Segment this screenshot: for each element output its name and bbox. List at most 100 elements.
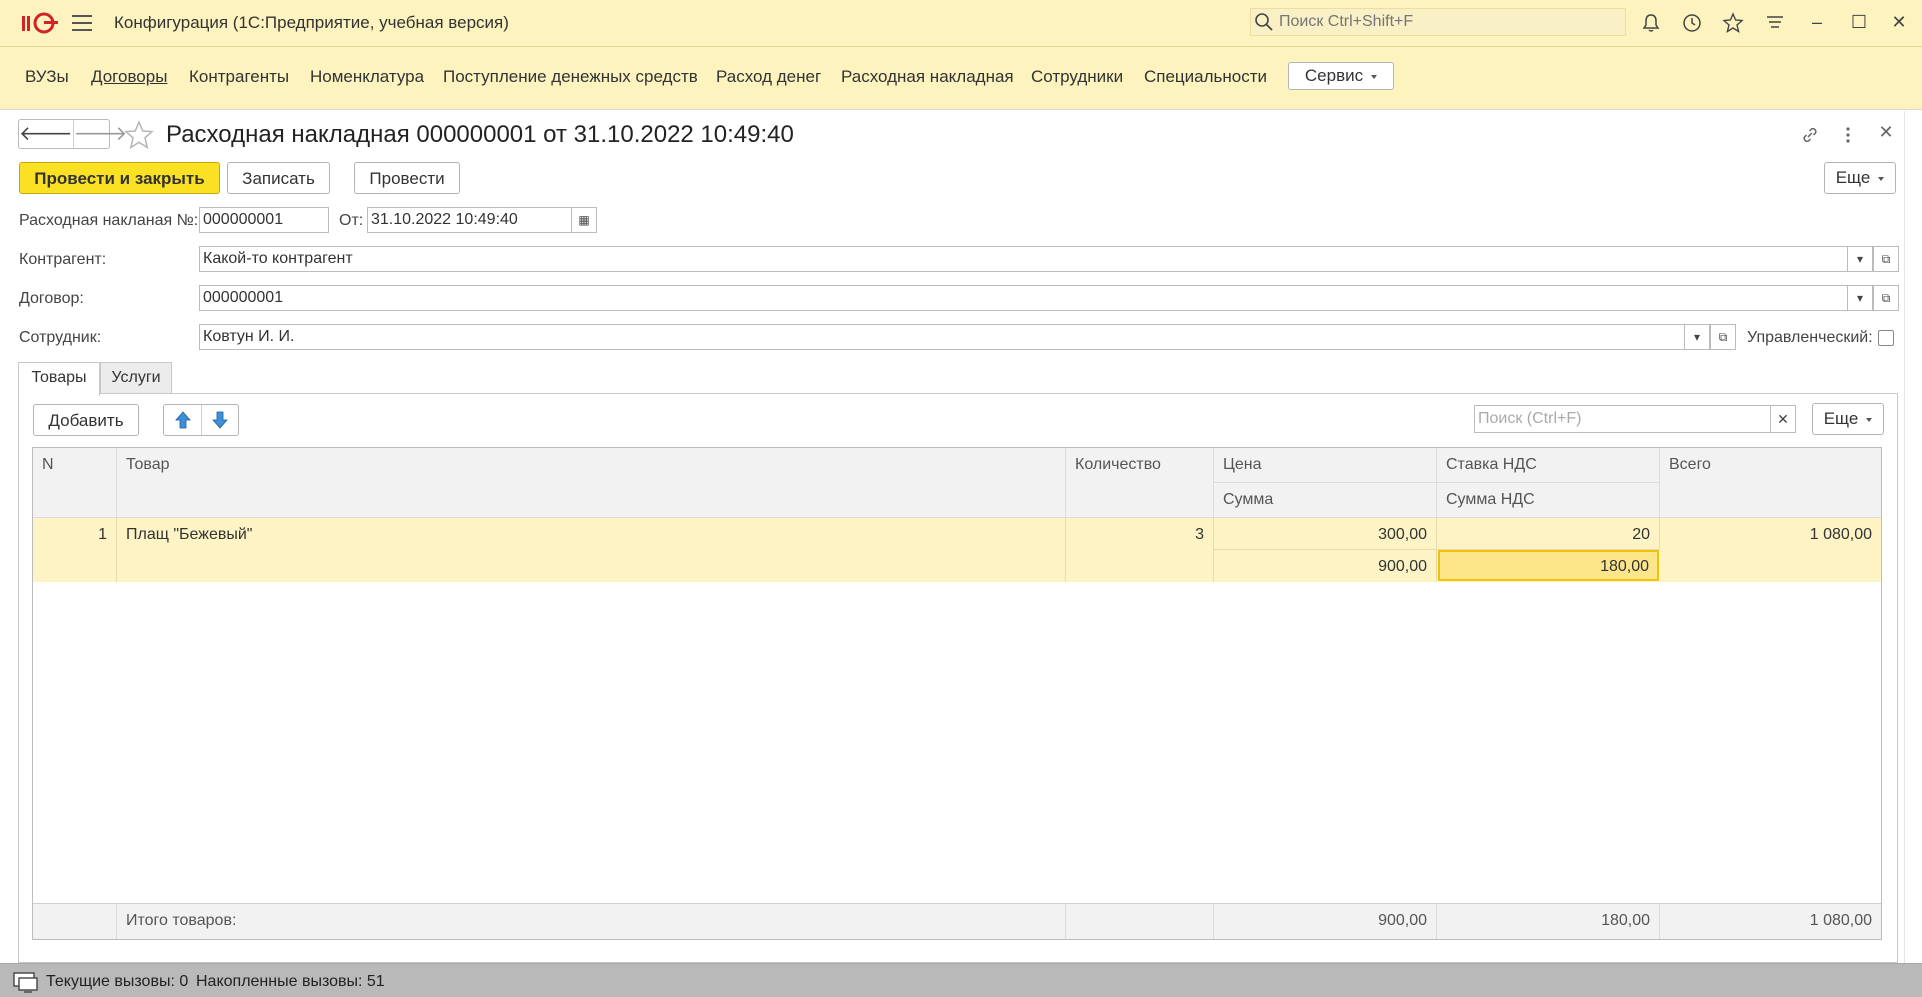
employee-open-icon[interactable]: ⧉ — [1710, 324, 1736, 350]
save-button[interactable]: Записать — [227, 162, 330, 194]
tab-services[interactable]: Услуги — [100, 362, 172, 394]
nav-item-invoice[interactable]: Расходная накладная — [841, 67, 1014, 87]
footer-qty — [1066, 904, 1214, 939]
employee-dropdown-icon[interactable]: ▾ — [1684, 324, 1710, 350]
nav-item-contracts[interactable]: Договоры — [91, 67, 167, 87]
nav-item-counterparties[interactable]: Контрагенты — [189, 67, 289, 87]
service-label: Сервис — [1304, 66, 1364, 85]
performance-monitor-icon[interactable] — [12, 970, 40, 994]
date-label: От: — [339, 212, 364, 229]
global-search[interactable] — [1250, 8, 1626, 36]
nav-item-cash-receipt[interactable]: Поступление денежных средств — [443, 67, 698, 87]
service-menu-button[interactable]: Сервис — [1288, 62, 1394, 90]
move-up-icon[interactable] — [174, 411, 192, 429]
nav-item-cash-expense[interactable]: Расход денег — [716, 67, 821, 87]
row-product[interactable]: Плащ "Бежевый" — [117, 518, 1066, 582]
nav-item-universities[interactable]: ВУЗы — [25, 67, 69, 87]
employee-field[interactable]: Ковтун И. И. — [199, 324, 1688, 350]
more-actions-button[interactable]: Еще — [1824, 162, 1896, 194]
document-title: Расходная накладная 000000001 от 31.10.2… — [166, 121, 794, 148]
col-vat-rate[interactable]: Ставка НДС — [1437, 448, 1660, 483]
footer-sum: 900,00 — [1214, 904, 1437, 939]
counterparty-label: Контрагент: — [19, 251, 107, 268]
managerial-label: Управленческий: — [1747, 329, 1873, 346]
col-qty[interactable]: Количество — [1066, 448, 1214, 518]
dropdown-icon — [1371, 74, 1378, 79]
nav-item-employees[interactable]: Сотрудники — [1031, 67, 1123, 87]
more-label: Еще — [1835, 168, 1871, 187]
row-number: 1 — [33, 518, 117, 582]
contract-open-icon[interactable]: ⧉ — [1873, 285, 1899, 311]
table-footer: Итого товаров: 900,00 180,00 1 080,00 — [33, 903, 1881, 939]
counterparty-field[interactable]: Какой-то контрагент — [199, 246, 1851, 272]
back-arrow-icon[interactable]: 🡐 — [19, 120, 73, 148]
table-more-label: Еще — [1823, 409, 1859, 428]
col-vat-sum[interactable]: Сумма НДС — [1437, 483, 1660, 518]
global-search-input[interactable] — [1277, 12, 1611, 32]
row-vat-rate[interactable]: 20 — [1437, 518, 1660, 550]
contract-dropdown-icon[interactable]: ▾ — [1847, 285, 1873, 311]
number-label: Расходная накланая №: — [19, 212, 199, 229]
app-title: Конфигурация (1С:Предприятие, учебная ве… — [114, 13, 509, 32]
maximize-icon[interactable]: ☐ — [1848, 12, 1870, 34]
forward-arrow-icon[interactable]: 🡒 — [72, 120, 127, 148]
right-edge — [1904, 111, 1922, 963]
close-window-icon[interactable]: ✕ — [1888, 12, 1910, 34]
counterparty-dropdown-icon[interactable]: ▾ — [1847, 246, 1873, 272]
history-icon[interactable] — [1681, 12, 1703, 34]
history-nav: 🡐 🡒 — [18, 119, 127, 149]
nav-item-nomenclature[interactable]: Номенклатура — [310, 67, 424, 87]
footer-vat-sum: 180,00 — [1437, 904, 1660, 939]
favorite-star-icon[interactable] — [124, 120, 154, 150]
col-n[interactable]: N — [33, 448, 117, 518]
row-qty[interactable]: 3 — [1066, 518, 1214, 582]
goods-table: N Товар Количество Цена Сумма Ставка НДС… — [32, 447, 1882, 940]
current-calls: Текущие вызовы: 0 — [46, 973, 189, 990]
section-panel: ВУЗы Договоры Контрагенты Номенклатура П… — [0, 47, 1922, 110]
nav-item-specialties[interactable]: Специальности — [1144, 67, 1267, 87]
dropdown-icon — [1866, 417, 1873, 422]
search-icon — [1255, 13, 1273, 31]
col-total[interactable]: Всего — [1660, 448, 1881, 518]
functions-menu-icon[interactable] — [1764, 12, 1786, 34]
post-button[interactable]: Провести — [354, 162, 460, 194]
contract-label: Договор: — [19, 290, 84, 307]
employee-label: Сотрудник: — [19, 329, 102, 346]
move-down-icon[interactable] — [211, 411, 229, 429]
table-row[interactable]: 1 Плащ "Бежевый" 3 300,00 900,00 20 180,… — [33, 518, 1881, 582]
minimize-icon[interactable]: – — [1806, 12, 1828, 34]
dropdown-icon — [1878, 176, 1885, 181]
row-total[interactable]: 1 080,00 — [1660, 518, 1881, 582]
col-sum[interactable]: Сумма — [1214, 483, 1437, 518]
title-bar: Конфигурация (1С:Предприятие, учебная ве… — [0, 0, 1922, 47]
row-sum[interactable]: 900,00 — [1214, 550, 1437, 582]
accumulated-calls: Накопленные вызовы: 51 — [196, 973, 385, 990]
1c-logo-icon — [22, 12, 58, 34]
row-vat-sum[interactable]: 180,00 — [1438, 550, 1659, 581]
bell-icon[interactable] — [1640, 12, 1662, 34]
clear-search-icon[interactable]: ✕ — [1770, 405, 1796, 433]
managerial-checkbox[interactable] — [1878, 330, 1894, 346]
table-more-button[interactable]: Еще — [1812, 403, 1884, 435]
col-product[interactable]: Товар — [117, 448, 1066, 518]
add-row-button[interactable]: Добавить — [33, 404, 139, 436]
move-buttons — [163, 404, 239, 436]
link-icon[interactable] — [1800, 125, 1820, 145]
main-menu-icon[interactable] — [72, 15, 92, 31]
counterparty-open-icon[interactable]: ⧉ — [1873, 246, 1899, 272]
number-field[interactable]: 000000001 — [199, 207, 329, 233]
table-search-input[interactable]: Поиск (Ctrl+F) — [1474, 405, 1774, 433]
col-price[interactable]: Цена — [1214, 448, 1437, 483]
status-bar: Текущие вызовы: 0 Накопленные вызовы: 51 — [0, 963, 1922, 997]
favorites-star-icon[interactable] — [1722, 12, 1744, 34]
more-vertical-icon[interactable] — [1838, 125, 1858, 145]
contract-field[interactable]: 000000001 — [199, 285, 1851, 311]
calendar-icon[interactable]: ▦ — [571, 207, 597, 233]
tab-goods[interactable]: Товары — [18, 362, 100, 396]
date-field[interactable]: 31.10.2022 10:49:40 — [367, 207, 575, 233]
row-price[interactable]: 300,00 — [1214, 518, 1437, 550]
footer-total: 1 080,00 — [1809, 912, 1872, 929]
footer-blank — [33, 904, 117, 939]
post-and-close-button[interactable]: Провести и закрыть — [19, 162, 220, 194]
close-form-icon[interactable]: ✕ — [1876, 122, 1896, 142]
